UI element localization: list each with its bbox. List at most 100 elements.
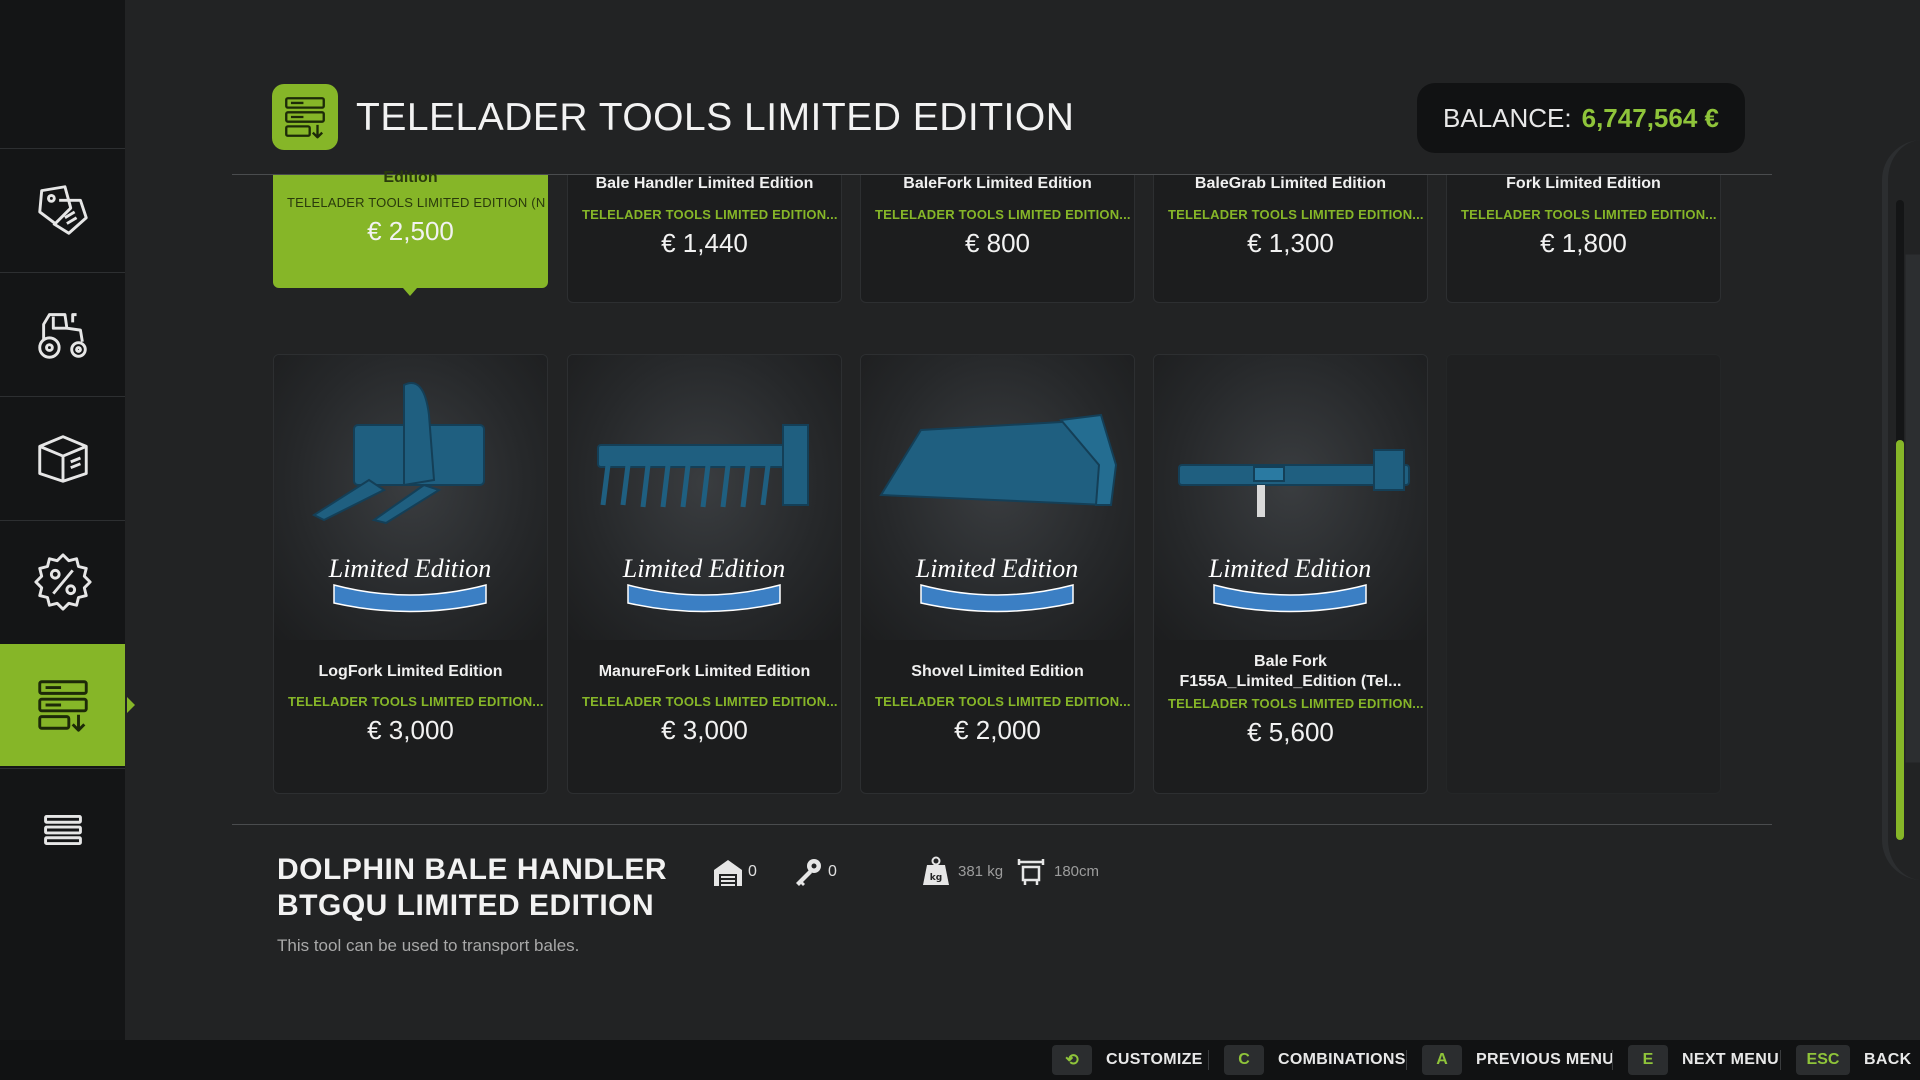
detail-title-line1: DOLPHIN BALE HANDLER [277, 853, 667, 886]
item-image: Limited Edition [568, 355, 841, 640]
leased-stat: 0 [792, 856, 837, 888]
item-image: Limited Edition [861, 355, 1134, 640]
weight-stat: kg 381 kg [922, 856, 1003, 886]
sidebar-item-list[interactable] [0, 768, 125, 890]
empty-card-slot [1446, 354, 1721, 794]
previous-menu-button[interactable]: A PREVIOUS MENU [1422, 1045, 1614, 1075]
next-menu-label: NEXT MENU [1682, 1051, 1779, 1068]
item-name: BaleGrab Limited Edition [1194, 175, 1387, 192]
shop-item-card[interactable]: Limited Edition Bale Fork F155A_Limited_… [1153, 354, 1428, 794]
shop-item-card[interactable]: Limited Edition LogFork Limited Edition … [273, 354, 548, 794]
width-stat: 180cm [1016, 856, 1099, 886]
limited-edition-badge: Limited Edition [328, 554, 492, 583]
weight-value: 381 kg [958, 862, 1004, 880]
balance-value: 6,747,564 € [1581, 102, 1719, 133]
sidebar-item-vehicles[interactable] [0, 272, 125, 394]
next-menu-key: E [1628, 1045, 1668, 1075]
previous-menu-key: A [1422, 1045, 1462, 1075]
sidebar-item-sales-offers[interactable] [0, 520, 125, 642]
scrollbar-thumb[interactable] [1896, 440, 1904, 840]
owned-stat: 0 [712, 856, 757, 888]
key-icon [796, 859, 821, 886]
item-category: TELELADER TOOLS LIMITED EDITION... [875, 207, 1131, 222]
item-name: LogFork Limited Edition [318, 663, 503, 680]
combinations-key: C [1224, 1045, 1264, 1075]
item-image: Limited Edition [274, 355, 547, 640]
width-icon [1017, 859, 1045, 885]
item-name: Bale Handler Limited Edition [595, 175, 814, 192]
balance-label: BALANCE: [1443, 102, 1572, 133]
item-name: Bale Fork F155A_Limited_Edition (Tel... [1154, 652, 1427, 692]
item-name: ManureFork Limited Edition [598, 663, 811, 680]
detail-description: This tool can be used to transport bales… [277, 936, 580, 955]
customize-button[interactable]: ⟲ CUSTOMIZE [1052, 1045, 1203, 1075]
item-name: Fork Limited Edition [1506, 175, 1661, 192]
shop-item-card[interactable]: BaleGrab Limited Edition TELELADER TOOLS… [1153, 175, 1428, 303]
item-price: € 2,000 [954, 715, 1041, 745]
box-icon [37, 434, 88, 483]
item-image: Limited Edition [1154, 355, 1427, 640]
sale-tag-icon [37, 184, 88, 235]
item-price: € 800 [964, 228, 1031, 258]
detail-title-line2: BTGQU LIMITED EDITION [277, 889, 655, 922]
shop-tools-icon [37, 680, 88, 732]
sidebar [0, 0, 135, 1040]
list-icon [43, 814, 82, 845]
sidebar-item-tools[interactable] [0, 644, 135, 766]
previous-menu-label: PREVIOUS MENU [1476, 1051, 1615, 1068]
limited-edition-badge: Limited Edition [1208, 554, 1372, 583]
footer-separator [1406, 1050, 1407, 1070]
customize-label: CUSTOMIZE [1106, 1051, 1203, 1068]
limited-edition-badge: Limited Edition [915, 554, 1079, 583]
item-category: TELELADER TOOLS LIMITED EDITION... [288, 694, 544, 709]
sidebar-item-sales[interactable] [0, 148, 125, 270]
item-name-line2: F155A_Limited_Edition (Tel... [1179, 673, 1402, 690]
item-price: € 3,000 [367, 715, 454, 745]
shop-tools-icon [285, 97, 325, 139]
garage-icon [714, 860, 742, 886]
svg-text:kg: kg [930, 873, 942, 883]
percent-badge-icon [33, 552, 92, 611]
width-value: 180cm [1054, 862, 1100, 880]
back-label: BACK [1864, 1051, 1912, 1068]
sidebar-item-objects[interactable] [0, 396, 125, 518]
footer-separator [1612, 1050, 1613, 1070]
item-price: € 1,440 [661, 228, 748, 258]
item-price: € 3,000 [661, 715, 748, 745]
footer-separator [1780, 1050, 1781, 1070]
header-icon [272, 84, 338, 150]
item-price: € 1,300 [1247, 228, 1334, 258]
shop-item-card[interactable]: BaleFork Limited Edition TELELADER TOOLS… [860, 175, 1135, 303]
customize-key: ⟲ [1052, 1045, 1092, 1075]
leased-count: 0 [828, 863, 837, 880]
item-name: Shovel Limited Edition [911, 663, 1084, 680]
item-price: € 5,600 [1247, 717, 1334, 747]
back-button[interactable]: ESC BACK [1796, 1045, 1911, 1075]
item-price: € 2,500 [367, 216, 454, 246]
shop-item-card[interactable]: Fork Limited Edition TELELADER TOOLS LIM… [1446, 175, 1721, 303]
tractor-icon [37, 312, 87, 359]
shop-item-card[interactable]: Limited Edition Shovel Limited Edition T… [860, 354, 1135, 794]
shop-item-card-selected[interactable]: Edition TELELADER TOOLS LIMITED EDITION … [273, 169, 548, 288]
combinations-button[interactable]: C COMBINATIONS [1224, 1045, 1406, 1075]
balance-box: BALANCE: 6,747,564 € [1417, 83, 1745, 153]
next-menu-button[interactable]: E NEXT MENU [1628, 1045, 1779, 1075]
item-category: TELELADER TOOLS LIMITED EDITION... [582, 694, 838, 709]
selection-notch-icon [403, 288, 417, 296]
item-category: TELELADER TOOLS LIMITED EDITION (N [287, 195, 546, 210]
shop-item-card[interactable]: Bale Handler Limited Edition TELELADER T… [567, 175, 842, 303]
active-indicator [127, 697, 135, 713]
item-name: BaleFork Limited Edition [903, 175, 1092, 192]
back-key: ESC [1796, 1045, 1850, 1075]
item-category: TELELADER TOOLS LIMITED EDITION... [1461, 207, 1717, 222]
item-price: € 1,800 [1540, 228, 1627, 258]
detail-title: DOLPHIN BALE HANDLER BTGQU LIMITED EDITI… [277, 852, 667, 924]
item-category: TELELADER TOOLS LIMITED EDITION... [875, 694, 1131, 709]
footer-separator [1208, 1050, 1209, 1070]
item-name-line1: Bale Fork [1254, 653, 1327, 670]
shop-item-card[interactable]: Limited Edition ManureFork Limited Editi… [567, 354, 842, 794]
item-category: TELELADER TOOLS LIMITED EDITION... [1168, 696, 1424, 711]
limited-edition-badge: Limited Edition [622, 554, 786, 583]
weight-icon: kg [923, 856, 949, 885]
owned-count: 0 [748, 863, 757, 880]
